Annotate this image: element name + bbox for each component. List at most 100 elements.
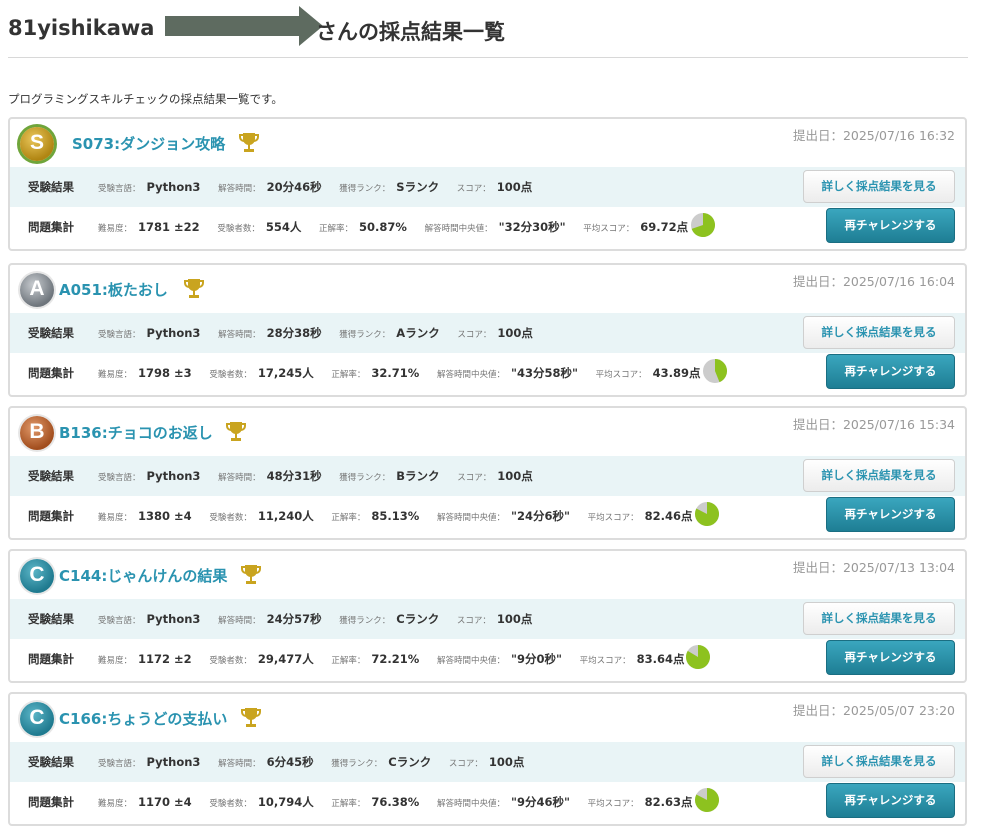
problem-title-link[interactable]: A051:板たおし [59,279,168,300]
retry-button[interactable]: 再チャレンジする [826,497,955,532]
accuracy-label: 正解率： [331,370,366,380]
avg-score-value: 82.63点 [644,795,693,809]
result-row-label: 受験結果 [28,326,74,340]
rank-value: Bランク [396,469,440,483]
median-time-value: "32分30秒" [498,220,566,234]
stats-row: 問題集計 難易度： 1798 ±3 受験者数： 17,245人 正解率： 32.71%… [10,353,965,393]
problem-title-link[interactable]: C144:じゃんけんの結果 [59,565,227,586]
rank-value: Aランク [396,326,440,340]
rank-label: 獲得ランク： [339,616,391,626]
avg-score-pie-icon [703,359,728,383]
result-items: 受験言語： Python3 解答時間： 20分46秒 獲得ランク： Sランク スコア：… [98,179,546,195]
median-time-label: 解答時間中央値： [436,799,505,809]
rank-label: 獲得ランク： [339,473,391,483]
submit-date: 提出日：2025/07/13 13:04 [792,560,955,575]
score-label: スコア： [456,616,491,626]
stats-row: 問題集計 難易度： 1781 ±22 受験者数： 554人 正解率： 50.87% 解… [10,207,965,247]
examinees-value: 29,477人 [257,652,314,666]
problem-title-link[interactable]: B136:チョコのお返し [59,422,213,443]
difficulty-value: 1170 ±4 [138,795,192,809]
score-label: スコア： [456,184,491,194]
accuracy-value: 50.87% [359,220,407,234]
avg-score-pie-icon [686,645,711,669]
median-time-value: "9分0秒" [510,652,562,666]
page-header: 81yishikawa さんの採点結果一覧 [8,6,968,58]
rank-value: Sランク [396,180,440,194]
problem-title-link[interactable]: C166:ちょうどの支払い [59,708,227,729]
median-time-label: 解答時間中央値： [436,656,505,666]
detail-button[interactable]: 詳しく採点結果を見る [803,745,955,778]
language-value: Python3 [146,326,201,340]
examinees-value: 17,245人 [257,366,314,380]
result-card: B B136:チョコのお返し 提出日：2025/07/16 15:34 受験結果… [8,406,967,540]
rank-value: Cランク [388,755,432,769]
examinees-label: 受験者数： [209,799,252,809]
stats-row-label: 問題集計 [28,366,74,380]
answer-time-label: 解答時間： [218,184,261,194]
rank-value: Cランク [396,612,440,626]
score-value: 100点 [497,469,533,483]
avg-score-label: 平均スコア： [595,370,647,380]
result-row-label: 受験結果 [28,612,74,626]
answer-time-label: 解答時間： [218,759,261,769]
result-card: A A051:板たおし 提出日：2025/07/16 16:04 受験結果 受験… [8,263,967,397]
stats-items: 難易度： 1380 ±4 受験者数： 11,240人 正解率： 85.13% 解答時間… [98,508,707,524]
detail-button[interactable]: 詳しく採点結果を見る [803,170,955,203]
score-label: スコア： [457,473,492,483]
answer-time-label: 解答時間： [218,616,261,626]
retry-button[interactable]: 再チャレンジする [826,208,955,243]
card-header: B B136:チョコのお返し 提出日：2025/07/16 15:34 [10,408,965,456]
avg-score-value: 43.89点 [652,366,701,380]
score-label: スコア： [448,759,483,769]
avg-score-pie-icon [695,788,720,812]
stats-items: 難易度： 1798 ±3 受験者数： 17,245人 正解率： 32.71% 解答時間… [98,365,715,381]
result-row: 受験結果 受験言語： Python3 解答時間： 24分57秒 獲得ランク： Cランク… [10,599,965,639]
intro-text: プログラミングスキルチェックの採点結果一覧です。 [8,92,283,106]
difficulty-value: 1380 ±4 [138,509,192,523]
avg-score-pie-icon [695,502,720,526]
result-row-label: 受験結果 [28,469,74,483]
result-row-label: 受験結果 [28,755,74,769]
submit-date: 提出日：2025/07/16 16:32 [792,128,955,143]
card-header: A A051:板たおし 提出日：2025/07/16 16:04 [10,265,965,313]
stats-row: 問題集計 難易度： 1380 ±4 受験者数： 11,240人 正解率： 85.13%… [10,496,965,536]
examinees-value: 10,794人 [257,795,314,809]
detail-button[interactable]: 詳しく採点結果を見る [803,602,955,635]
median-time-value: "9分46秒" [510,795,570,809]
examinees-value: 554人 [265,220,302,234]
stats-row-label: 問題集計 [28,652,74,666]
language-label: 受験言語： [98,759,141,769]
score-value: 100点 [497,326,533,340]
language-value: Python3 [146,612,201,626]
retry-button[interactable]: 再チャレンジする [826,354,955,389]
trophy-icon [241,706,261,730]
examinees-label: 受験者数： [209,370,252,380]
rank-label: 獲得ランク： [339,330,391,340]
retry-button[interactable]: 再チャレンジする [826,783,955,818]
rank-label: 獲得ランク： [339,184,391,194]
avg-score-value: 69.72点 [640,220,689,234]
stats-row-label: 問題集計 [28,795,74,809]
language-value: Python3 [146,469,201,483]
difficulty-label: 難易度： [98,370,133,380]
avg-score-label: 平均スコア： [583,224,635,234]
retry-button[interactable]: 再チャレンジする [826,640,955,675]
avg-score-label: 平均スコア： [587,799,639,809]
difficulty-value: 1172 ±2 [138,652,192,666]
redaction-arrow-icon [165,6,323,46]
detail-button[interactable]: 詳しく採点結果を見る [803,316,955,349]
result-card: C C144:じゃんけんの結果 提出日：2025/07/13 13:04 受験結… [8,549,967,683]
result-items: 受験言語： Python3 解答時間： 28分38秒 獲得ランク： Aランク スコア：… [98,325,547,341]
card-header: C C166:ちょうどの支払い 提出日：2025/05/07 23:20 [10,694,965,742]
submit-date: 提出日：2025/07/16 16:04 [792,274,955,289]
stats-row-label: 問題集計 [28,509,74,523]
result-row-label: 受験結果 [28,180,74,194]
rank-badge-icon: B [20,416,54,450]
detail-button[interactable]: 詳しく採点結果を見る [803,459,955,492]
problem-title-link[interactable]: S073:ダンジョン攻略 [72,133,225,154]
answer-time-label: 解答時間： [218,473,261,483]
score-value: 100点 [496,180,533,194]
card-header: S S073:ダンジョン攻略 提出日：2025/07/16 16:32 [10,119,965,167]
score-value: 100点 [496,612,533,626]
stats-row: 問題集計 難易度： 1172 ±2 受験者数： 29,477人 正解率： 72.21%… [10,639,965,679]
